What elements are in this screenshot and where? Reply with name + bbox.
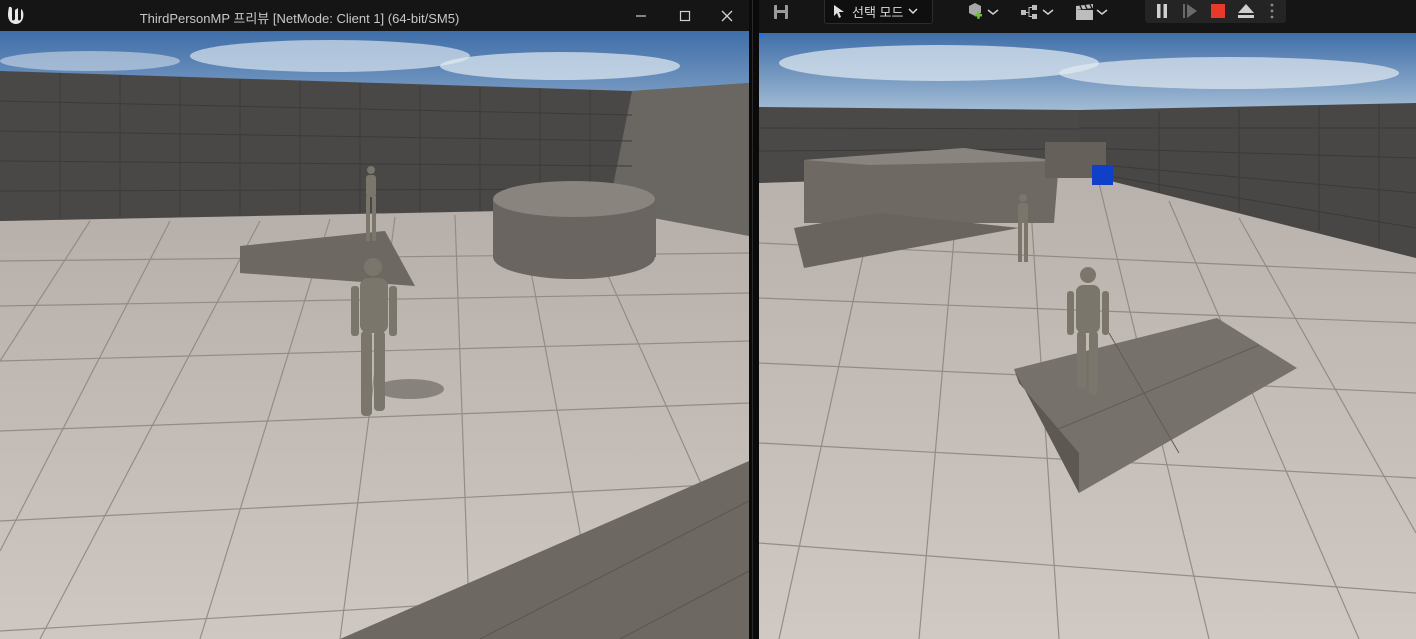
stop-button[interactable] [1205,0,1231,23]
close-button[interactable] [705,0,749,31]
save-button[interactable] [769,0,793,24]
client-game-viewport[interactable] [0,31,749,639]
editor-toolbar: 선택 모드 [759,0,1416,34]
step-frame-icon [1182,3,1198,19]
add-actor-icon [965,2,987,22]
add-actor-button[interactable] [961,0,1003,24]
client-preview-window: ThirdPersonMP 프리뷰 [NetMode: Client 1] (6… [0,0,749,639]
eject-button[interactable] [1233,0,1259,23]
viewport-focus-indicator [759,33,763,37]
more-options-button[interactable] [1263,0,1281,23]
chevron-down-icon [1042,8,1054,16]
chevron-down-icon [1096,8,1108,16]
cinematics-button[interactable] [1071,0,1111,24]
minimize-button[interactable] [619,0,663,31]
client-titlebar[interactable]: ThirdPersonMP 프리뷰 [NetMode: Client 1] (6… [0,0,749,31]
maximize-button[interactable] [663,0,707,31]
window-divider [749,0,759,639]
chevron-down-icon [908,7,918,15]
editor-window: 선택 모드 [759,0,1416,639]
stop-icon [1210,3,1226,19]
pause-icon [1155,3,1169,19]
select-mode-icon [832,3,846,19]
blueprint-icon [1020,4,1042,20]
more-options-icon [1270,3,1274,19]
chevron-down-icon [987,8,999,16]
play-controls [1145,0,1286,23]
blueprint-button[interactable] [1017,0,1057,24]
editor-level-viewport[interactable] [759,33,1416,639]
eject-icon [1237,3,1255,19]
pause-button[interactable] [1149,0,1175,23]
mode-label: 선택 모드 [852,4,904,20]
minimize-icon [635,10,647,22]
step-frame-button[interactable] [1177,0,1203,23]
selection-mode-dropdown[interactable]: 선택 모드 [824,0,933,24]
close-icon [721,10,733,22]
clapperboard-icon [1074,3,1096,21]
save-icon [772,3,790,21]
maximize-icon [679,10,691,22]
